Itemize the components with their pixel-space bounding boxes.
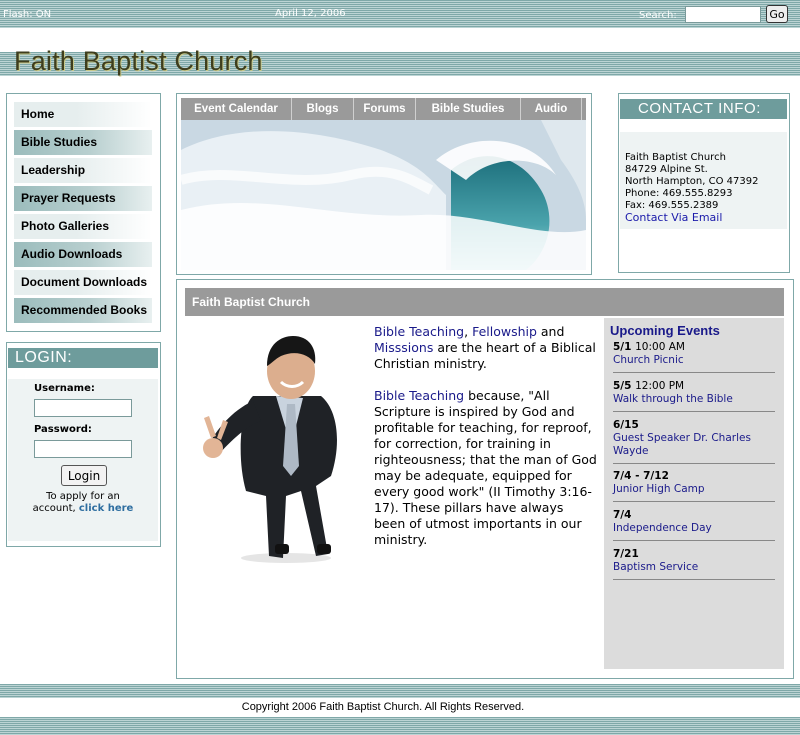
current-date: April 12, 2006 — [275, 8, 346, 19]
ministry-paragraph-2: Bible Teaching because, "All Scripture i… — [374, 388, 598, 548]
ministry-paragraph-1: Bible Teaching, Fellowship and Misssions… — [374, 324, 598, 372]
ministry-description: Bible Teaching, Fellowship and Misssions… — [374, 324, 598, 548]
event-day: 7/4 - 7/12 — [613, 470, 669, 482]
event-title[interactable]: Baptism Service — [613, 561, 775, 579]
top-bar: Flash: ON April 12, 2006 Search: Go — [0, 0, 800, 28]
login-panel: LOGIN: Username: Password: Login To appl… — [6, 342, 161, 547]
event-item: 7/21 Baptism Service — [613, 548, 775, 580]
site-title: Faith Baptist Church — [14, 46, 263, 76]
apply-link[interactable]: click here — [79, 503, 133, 514]
wave-banner-image — [181, 120, 586, 270]
event-date: 7/21 — [613, 548, 775, 561]
bible-teaching-link[interactable]: Bible Teaching — [374, 324, 464, 339]
wave-illustration — [181, 120, 586, 270]
footer-band-top — [0, 684, 800, 698]
event-title[interactable]: Guest Speaker Dr. Charles Wayde — [613, 432, 775, 463]
contact-line: Phone: 469.555.8293 — [625, 188, 733, 199]
sidebar-item-recommended-books[interactable]: Recommended Books — [14, 298, 152, 323]
main-heading: Faith Baptist Church — [185, 288, 784, 316]
event-time: 12:00 PM — [635, 380, 685, 392]
event-item: 6/15 Guest Speaker Dr. Charles Wayde — [613, 419, 775, 464]
p2-rest: because, "All Scripture is inspired by G… — [374, 388, 597, 547]
sidebar-item-home[interactable]: Home — [14, 102, 152, 127]
footer-band-bottom — [0, 717, 800, 735]
copyright-text: Copyright 2006 Faith Baptist Church. All… — [241, 701, 525, 713]
apply-text-line1: To apply for an — [46, 491, 120, 502]
username-label: Username: — [34, 383, 95, 394]
username-field[interactable] — [34, 399, 132, 417]
sidebar-item-prayer-requests[interactable]: Prayer Requests — [14, 186, 152, 211]
event-day: 7/21 — [613, 548, 639, 560]
event-title[interactable]: Church Picnic — [613, 354, 775, 372]
event-title[interactable]: Junior High Camp — [613, 483, 775, 501]
event-date: 5/1 10:00 AM — [613, 341, 775, 354]
search-go-button[interactable]: Go — [766, 5, 788, 23]
top-tabs: Event Calendar Blogs Forums Bible Studie… — [181, 98, 586, 120]
password-field[interactable] — [34, 440, 132, 458]
tab-bible-studies[interactable]: Bible Studies — [416, 98, 521, 120]
p1-sep: , — [464, 324, 473, 339]
p1-and: and — [536, 324, 565, 339]
event-date: 7/4 — [613, 509, 775, 522]
sidebar-item-audio-downloads[interactable]: Audio Downloads — [14, 242, 152, 267]
search-label: Search: — [639, 10, 677, 21]
sidebar-item-leadership[interactable]: Leadership — [14, 158, 152, 183]
sidebar-item-photo-galleries[interactable]: Photo Galleries — [14, 214, 152, 239]
flash-status: Flash: ON — [3, 9, 52, 20]
event-day: 5/1 — [613, 341, 632, 353]
pastor-photo — [203, 336, 337, 563]
upcoming-events-panel: Upcoming Events 5/1 10:00 AM Church Picn… — [604, 318, 784, 669]
event-item: 7/4 - 7/12 Junior High Camp — [613, 470, 775, 502]
sidebar-item-bible-studies[interactable]: Bible Studies — [14, 130, 152, 155]
tab-audio[interactable]: Audio — [521, 98, 582, 120]
tab-forums[interactable]: Forums — [354, 98, 416, 120]
contact-line: Faith Baptist Church — [625, 152, 726, 163]
event-date: 5/5 12:00 PM — [613, 380, 775, 393]
event-title[interactable]: Walk through the Bible — [613, 393, 775, 411]
sidebar-item-document-downloads[interactable]: Document Downloads — [14, 270, 152, 295]
events-title: Upcoming Events — [610, 323, 720, 338]
event-item: 7/4 Independence Day — [613, 509, 775, 541]
event-day: 5/5 — [613, 380, 632, 392]
login-button[interactable]: Login — [61, 465, 107, 486]
password-label: Password: — [34, 424, 92, 435]
apply-text-line2: account, — [32, 503, 76, 514]
main-content: Faith Baptist Church Bible Teaching, Fel… — [176, 279, 794, 679]
contact-email-link[interactable]: Contact Via Email — [625, 212, 722, 224]
event-time: 10:00 AM — [635, 341, 685, 353]
contact-panel: CONTACT INFO: Faith Baptist Church 84729… — [618, 93, 790, 273]
event-item: 5/1 10:00 AM Church Picnic — [613, 341, 775, 373]
event-date: 7/4 - 7/12 — [613, 470, 775, 483]
event-day: 7/4 — [613, 509, 632, 521]
event-item: 5/5 12:00 PM Walk through the Bible — [613, 380, 775, 412]
event-title[interactable]: Independence Day — [613, 522, 775, 540]
contact-details: Faith Baptist Church 84729 Alpine St. No… — [620, 132, 787, 229]
search-input[interactable] — [685, 6, 761, 23]
login-title: LOGIN: — [8, 348, 158, 368]
tab-event-calendar[interactable]: Event Calendar — [181, 98, 292, 120]
banner-panel: Event Calendar Blogs Forums Bible Studie… — [176, 93, 592, 275]
fellowship-link[interactable]: Fellowship — [472, 324, 537, 339]
bible-teaching-link-2[interactable]: Bible Teaching — [374, 388, 464, 403]
contact-line: 84729 Alpine St. — [625, 164, 708, 175]
login-form: Username: Password: Login To apply for a… — [8, 379, 158, 541]
contact-line: North Hampton, CO 47392 — [625, 176, 759, 187]
apply-text: To apply for an account, click here — [8, 491, 158, 515]
missions-link[interactable]: Misssions — [374, 340, 433, 355]
event-day: 6/15 — [613, 419, 639, 431]
sidebar-nav: Home Bible Studies Leadership Prayer Req… — [6, 93, 161, 332]
tab-blogs[interactable]: Blogs — [292, 98, 354, 120]
event-date: 6/15 — [613, 419, 775, 432]
contact-title: CONTACT INFO: — [620, 99, 787, 119]
